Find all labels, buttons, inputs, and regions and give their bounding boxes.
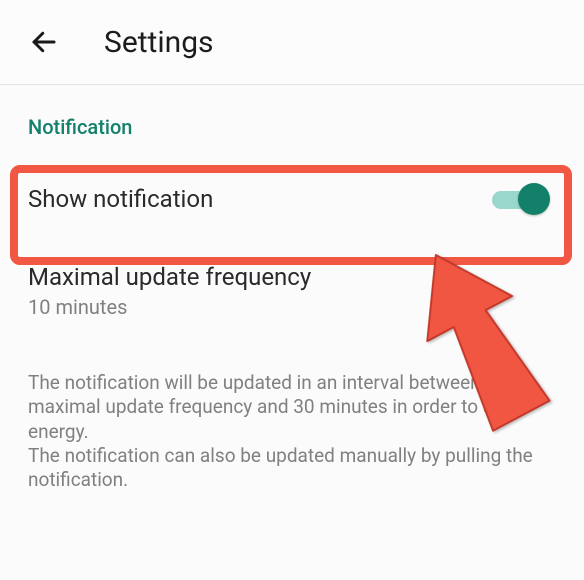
- row-show-notification[interactable]: Show notification: [0, 149, 584, 249]
- back-button[interactable]: [22, 20, 66, 64]
- content: Notification Show notification Maximal u…: [0, 85, 584, 501]
- show-notification-toggle[interactable]: [492, 181, 548, 217]
- show-notification-label: Show notification: [28, 185, 213, 213]
- update-frequency-value: 10 minutes: [28, 295, 556, 319]
- row-update-frequency[interactable]: Maximal update frequency 10 minutes: [0, 249, 584, 325]
- toggle-thumb: [518, 183, 550, 215]
- arrow-back-icon: [29, 27, 59, 57]
- helper-text: The notification will be updated in an i…: [0, 325, 584, 501]
- page-title: Settings: [104, 25, 214, 60]
- section-header-notification: Notification: [0, 85, 584, 149]
- update-frequency-title: Maximal update frequency: [28, 263, 556, 291]
- app-bar: Settings: [0, 0, 584, 85]
